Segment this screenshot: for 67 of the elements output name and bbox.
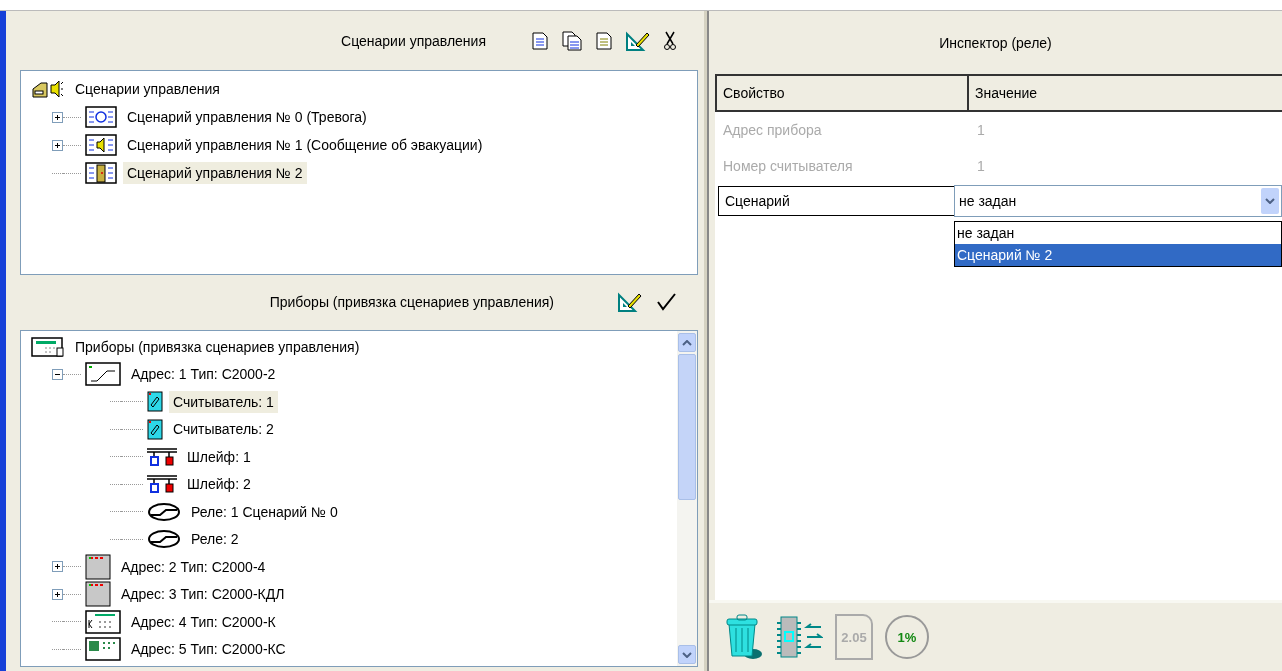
scrollbar[interactable]	[677, 331, 697, 666]
relay-icon	[147, 501, 181, 522]
column-header: Значение	[974, 84, 1039, 103]
expand-toggle[interactable]	[52, 561, 63, 573]
dropdown-option[interactable]: Сценарий № 2	[955, 244, 1281, 266]
chip-arrows-icon[interactable]	[775, 615, 823, 659]
property-value: 1	[976, 122, 986, 138]
folder-speaker-icon	[31, 79, 65, 100]
expand-toggle[interactable]	[52, 139, 63, 151]
card-reader-icon	[147, 418, 163, 440]
tree-item[interactable]: Шлейф: 1	[183, 445, 255, 468]
property-name: Номер считывателя	[722, 158, 854, 174]
copy-icon[interactable]	[562, 30, 582, 51]
checkmark-icon[interactable]	[656, 293, 676, 312]
dropdown-button[interactable]	[1261, 188, 1279, 214]
tree-item[interactable]: Адрес: 4 Тип: С2000-К	[127, 610, 280, 633]
tree-item[interactable]: Адрес: 3 Тип: С2000-КДЛ	[117, 583, 289, 606]
tree-item[interactable]: Адрес: 2 Тип: С2000-4	[117, 555, 270, 578]
keypad-icon	[85, 609, 121, 634]
scrollbar-thumb[interactable]	[678, 354, 696, 500]
tree-item[interactable]: Сценарий управления № 1 (Сообщение об эвакуации)	[123, 134, 487, 157]
tree-item[interactable]: Сценарии управления	[71, 78, 224, 101]
document-icon[interactable]	[532, 31, 548, 50]
scenario-dropdown[interactable]: не задан	[954, 185, 1282, 217]
device-box-icon	[85, 553, 111, 580]
chevron-up-icon	[682, 339, 692, 346]
scroll-down-button[interactable]	[678, 645, 696, 664]
ruler-pencil-icon[interactable]	[626, 30, 650, 51]
expand-toggle[interactable]	[52, 588, 63, 600]
tree-item[interactable]: Сценарий управления № 0 (Тревога)	[123, 106, 371, 129]
property-name: Сценарий	[718, 186, 954, 216]
document-icon[interactable]	[596, 31, 612, 50]
tree-item[interactable]: Шлейф: 2	[183, 473, 255, 496]
panel-title: Инспектор (реле)	[939, 34, 1052, 51]
control-panel-icon	[31, 335, 65, 358]
tree-item[interactable]: Сценарий управления № 2	[123, 162, 307, 185]
ruler-pencil-icon[interactable]	[618, 292, 642, 313]
tree-item[interactable]: Считыватель: 2	[169, 418, 278, 441]
scissors-icon[interactable]	[664, 30, 676, 51]
loop-sensors-icon	[147, 474, 177, 495]
scroll-up-button[interactable]	[678, 333, 696, 353]
property-name: Адрес прибора	[722, 122, 823, 138]
property-value: 1	[976, 158, 986, 174]
door-scenario-icon	[85, 162, 117, 185]
expand-toggle[interactable]	[52, 111, 63, 123]
tree-item[interactable]: Адрес: 1 Тип: С2000-2	[127, 363, 280, 386]
chevron-down-icon	[682, 651, 692, 658]
progress-icon[interactable]: 1%	[885, 615, 929, 659]
tree-item[interactable]: Считыватель: 1	[169, 390, 278, 413]
tree-item[interactable]: Приборы (привязка сценариев управления)	[71, 335, 364, 358]
tree-item[interactable]: Адрес: 5 Тип: С2000-КС	[127, 638, 290, 661]
column-header: Свойство	[717, 76, 969, 110]
tree-item[interactable]: Реле: 1 Сценарий № 0	[187, 500, 342, 523]
collapse-toggle[interactable]	[52, 368, 63, 380]
loop-sensors-icon	[147, 446, 177, 467]
device-box-icon	[85, 581, 111, 608]
keypad-icon	[85, 637, 121, 662]
panel-title: Сценарии управления	[341, 32, 486, 49]
module-icon	[85, 362, 121, 387]
speaker-scenario-icon	[85, 134, 117, 157]
alarm-scenario-icon	[85, 106, 117, 129]
trash-icon[interactable]	[725, 614, 763, 660]
card-reader-icon	[147, 391, 163, 413]
panel-title: Приборы (привязка сценариев управления)	[269, 294, 554, 311]
relay-icon	[147, 529, 181, 550]
caret-icon	[1265, 198, 1275, 204]
tree-item[interactable]: Реле: 2	[187, 528, 243, 551]
